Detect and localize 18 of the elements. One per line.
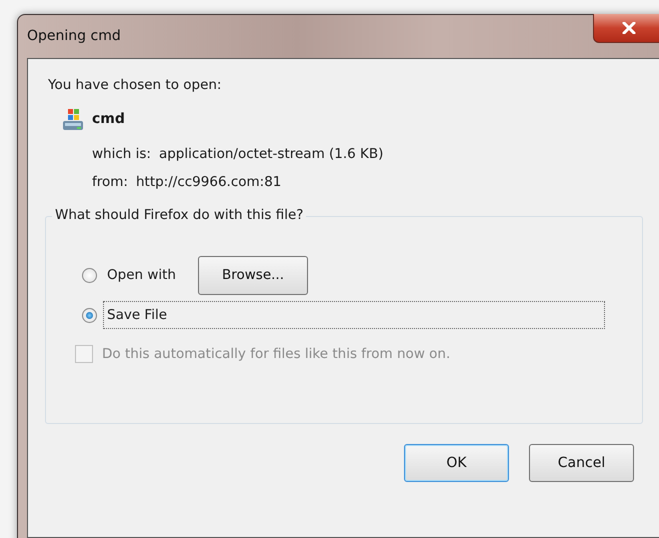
radio-button[interactable] [82,308,97,322]
detail-label: which is: [92,146,151,162]
radio-button[interactable] [82,268,97,282]
close-button[interactable] [593,14,659,43]
option-label[interactable]: Open with [103,261,180,289]
dialog-button[interactable]: OK [404,444,509,482]
option-label[interactable]: Save File [103,301,605,329]
detail-value: http://cc9966.com:81 [136,174,282,190]
browse-button[interactable]: Browse... [198,256,308,294]
intro-text: You have chosen to open: [48,77,222,93]
close-icon [622,22,636,34]
dialog-button[interactable]: Cancel [529,444,634,482]
checkbox-label: Do this automatically for files like this from now on. [102,346,450,362]
detail-label: from: [92,174,128,190]
window-title: Opening cmd [27,28,121,44]
detail-value: application/octet-stream (1.6 KB) [158,146,384,162]
application-icon [62,107,84,131]
file-name: cmd [92,111,125,127]
